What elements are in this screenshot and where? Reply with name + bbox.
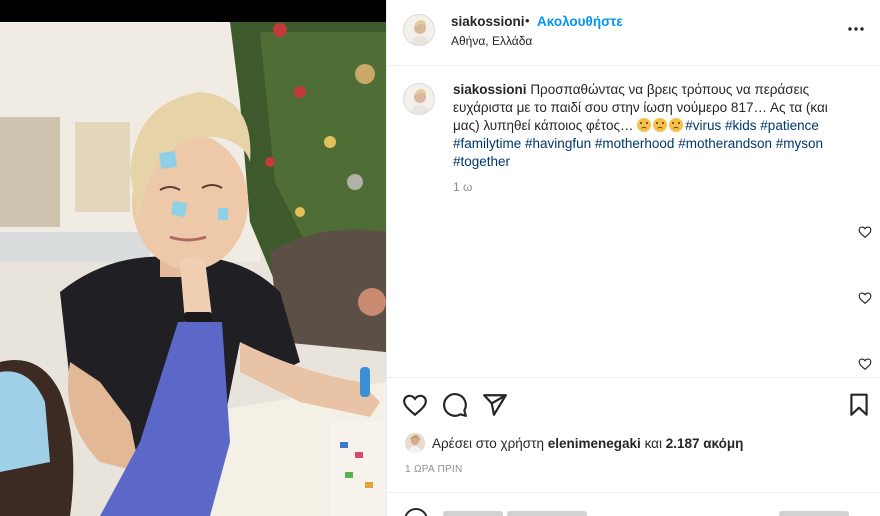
likes-prefix: Αρέσει στο χρήστη — [432, 436, 544, 451]
hashtag-link[interactable]: #familytime — [453, 136, 521, 151]
worried-face-icon — [637, 118, 652, 132]
hashtag-link[interactable]: #virus — [685, 118, 721, 133]
bookmark-icon[interactable] — [846, 392, 872, 418]
worried-face-icon — [669, 118, 684, 132]
caption-time[interactable]: 1 ω — [453, 180, 472, 194]
post-header: siakossioni • Ακολουθήστε Αθήνα, Ελλάδα — [387, 0, 880, 66]
hashtag-link[interactable]: #motherandson — [678, 136, 772, 151]
hashtag-link[interactable]: #patience — [760, 118, 819, 133]
author-avatar[interactable] — [403, 14, 435, 46]
add-comment-bar[interactable] — [387, 492, 880, 516]
caption-username[interactable]: siakossioni — [453, 82, 527, 97]
comment-like-heart-icon[interactable] — [858, 357, 872, 371]
post-timestamp[interactable]: 1 ΩΡΑ ΠΡΙΝ — [405, 464, 463, 475]
post-caption: siakossioni Προσπαθώντας να βρεις τρόπου… — [453, 81, 853, 171]
liker-username[interactable]: elenimenegaki — [548, 436, 641, 451]
likes-conjunction: και — [644, 436, 662, 451]
comment-like-heart-icon[interactable] — [858, 225, 872, 239]
likes-text: Αρέσει στο χρήστη elenimenegaki και 2.18… — [432, 436, 743, 451]
emoji-icon[interactable] — [403, 507, 429, 516]
comment-input-peek — [443, 511, 503, 516]
share-icon[interactable] — [482, 392, 508, 418]
separator-dot: • — [525, 13, 530, 28]
action-bar — [387, 377, 880, 427]
author-username[interactable]: siakossioni — [451, 14, 525, 29]
hashtag-link[interactable]: #kids — [725, 118, 757, 133]
hashtag-link[interactable]: #myson — [776, 136, 823, 151]
comment-icon[interactable] — [442, 392, 468, 418]
post-panel: siakossioni • Ακολουθήστε Αθήνα, Ελλάδα … — [386, 0, 880, 516]
liker-avatar[interactable] — [405, 433, 425, 453]
hashtag-link[interactable]: #havingfun — [525, 136, 591, 151]
more-horizontal-icon[interactable] — [847, 22, 865, 36]
post-button-peek — [779, 511, 849, 516]
hashtag-link[interactable]: #motherhood — [595, 136, 675, 151]
heart-icon[interactable] — [402, 392, 428, 418]
hashtag-link[interactable]: #together — [453, 154, 510, 169]
likes-count[interactable]: 2.187 ακόμη — [666, 436, 744, 451]
worried-face-icon — [653, 118, 668, 132]
comments-area: siakossioni Προσπαθώντας να βρεις τρόπου… — [387, 67, 880, 377]
comment-like-heart-icon[interactable] — [858, 291, 872, 305]
follow-button[interactable]: Ακολουθήστε — [537, 14, 623, 29]
post-media[interactable] — [0, 0, 386, 516]
likes-summary: Αρέσει στο χρήστη elenimenegaki και 2.18… — [405, 433, 865, 455]
post-location[interactable]: Αθήνα, Ελλάδα — [451, 34, 532, 48]
post-photo[interactable] — [0, 22, 386, 516]
comment-input-peek — [507, 511, 587, 516]
media-top-bar — [0, 0, 386, 22]
caption-avatar[interactable] — [403, 83, 435, 115]
